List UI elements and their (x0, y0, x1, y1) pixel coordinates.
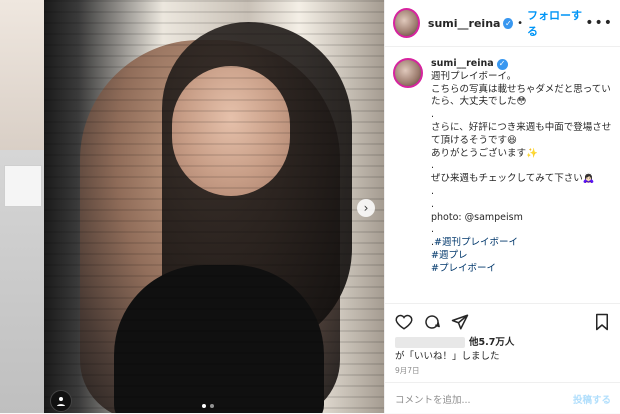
hashtag[interactable]: #週刊プレイボーイ (434, 237, 518, 248)
carousel-dot-active (202, 404, 206, 408)
comment-input[interactable]: コメントを追加... (395, 392, 573, 406)
caption-avatar[interactable] (393, 58, 423, 88)
more-horizontal-icon[interactable]: ••• (585, 15, 613, 31)
hashtag[interactable]: #プレイボーイ (431, 263, 496, 274)
heart-icon[interactable] (395, 313, 413, 331)
verified-icon: ✓ (496, 58, 508, 70)
username-link[interactable]: sumi__reina (428, 17, 501, 30)
action-bar (385, 303, 620, 338)
preview-image-top (0, 0, 44, 150)
carousel-dots (202, 404, 214, 408)
liker-name-blurred (395, 337, 465, 348)
separator-dot: • (517, 17, 524, 29)
post-comment-button[interactable]: 投稿する (573, 392, 611, 406)
carousel-dot (210, 404, 214, 408)
post-side-panel: sumi__reina ✓ • フォローする ••• sumi__reina ✓ … (384, 0, 620, 413)
comment-box: コメントを追加... 投稿する (385, 382, 620, 414)
likes-line: が「いいね！」しました (395, 351, 500, 362)
bookmark-icon[interactable] (593, 313, 611, 331)
hashtag[interactable]: #週プレ (431, 250, 467, 261)
previous-post-preview (0, 0, 44, 413)
verified-icon: ✓ (503, 17, 514, 29)
caption-username[interactable]: sumi__reina ✓ (431, 58, 508, 71)
preview-card (4, 165, 42, 207)
caption-username-text[interactable]: sumi__reina (431, 58, 494, 71)
post-date[interactable]: 9月7日 (395, 365, 420, 376)
caption-text: 週刊プレイボーイ。 こちらの写真は載せちゃダメだと思っていたら、大丈夫でした😳 … (431, 70, 612, 249)
share-icon[interactable] (451, 313, 469, 331)
photo-blinds (44, 0, 384, 413)
likes-summary[interactable]: 他5.7万人 (395, 334, 615, 348)
user-icon (57, 397, 65, 406)
comment-icon[interactable] (423, 313, 441, 331)
tag-user-icon[interactable] (50, 390, 72, 412)
follow-button[interactable]: フォローする (527, 7, 585, 39)
post-photo[interactable] (44, 0, 384, 413)
likes-count[interactable]: 他5.7万人 (469, 337, 514, 348)
avatar[interactable] (393, 8, 420, 38)
carousel-next-button[interactable]: › (357, 199, 375, 217)
post-header: sumi__reina ✓ • フォローする ••• (385, 0, 620, 47)
chevron-right-icon: › (363, 201, 369, 215)
caption-text-wrapper: sumi__reina ✓ 週刊プレイボーイ。 こちらの写真は載せちゃダメだと思っ… (431, 58, 613, 303)
caption-block: sumi__reina ✓ 週刊プレイボーイ。 こちらの写真は載せちゃダメだと思っ… (393, 58, 613, 303)
